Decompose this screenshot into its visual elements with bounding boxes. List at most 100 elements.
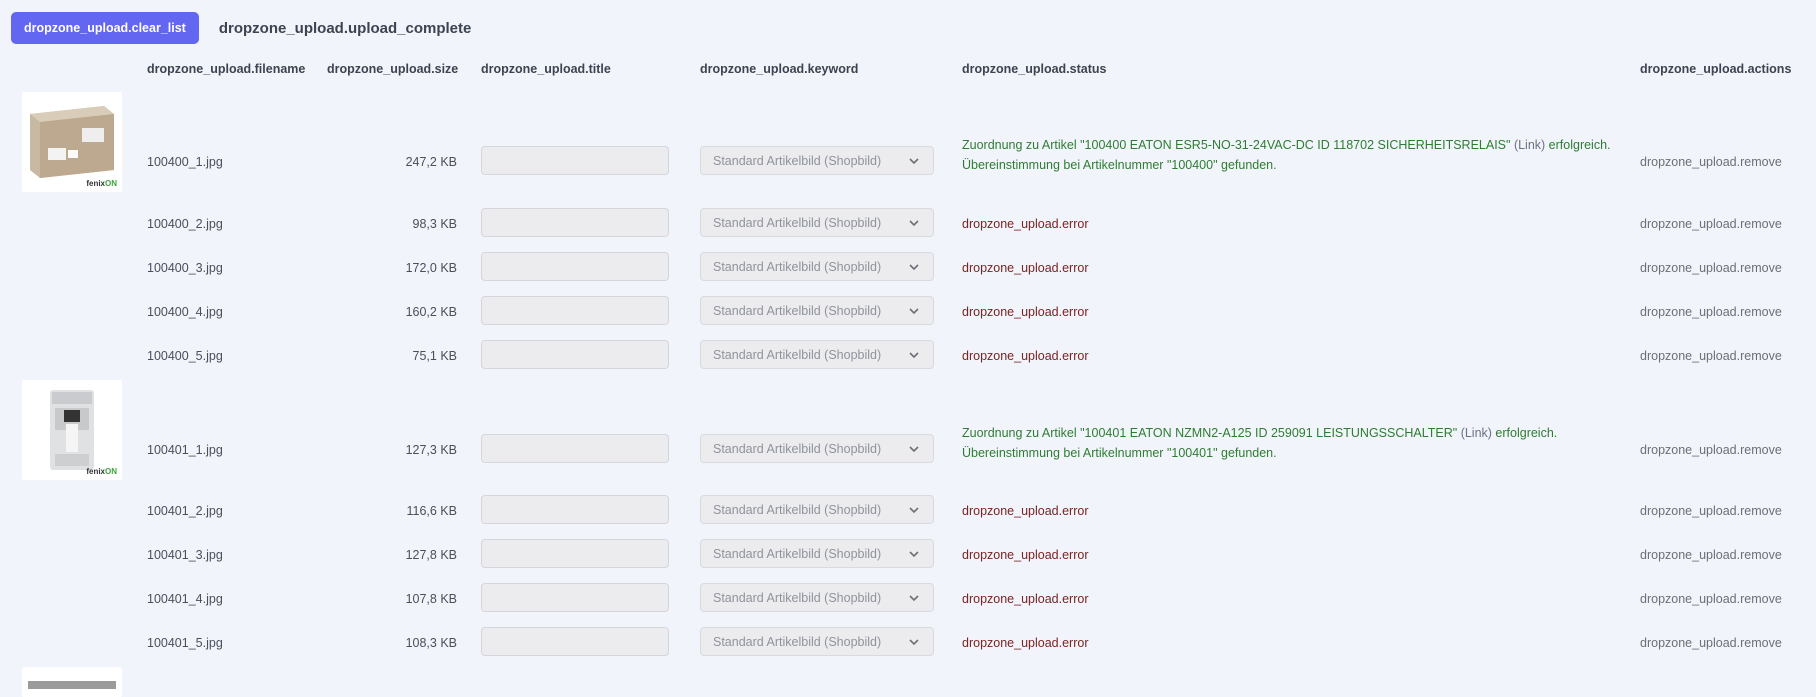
- keyword-select-value: Standard Artikelbild (Shopbild): [713, 303, 882, 318]
- title-input[interactable]: [481, 495, 669, 524]
- remove-button[interactable]: dropzone_upload.remove: [1640, 155, 1782, 169]
- file-size: 127,8 KB: [405, 548, 457, 562]
- toolbar: dropzone_upload.clear_list dropzone_uplo…: [11, 12, 471, 44]
- title-input[interactable]: [481, 627, 669, 656]
- keyword-select-value: Standard Artikelbild (Shopbild): [713, 634, 882, 649]
- status-success-line: Übereinstimmung bei Artikelnummer "10040…: [962, 158, 1277, 172]
- keyword-select-value: Standard Artikelbild (Shopbild): [713, 259, 882, 274]
- chevron-down-icon: [907, 547, 921, 561]
- remove-button[interactable]: dropzone_upload.remove: [1640, 261, 1782, 275]
- remove-button[interactable]: dropzone_upload.remove: [1640, 636, 1782, 650]
- keyword-select[interactable]: Standard Artikelbild (Shopbild): [700, 146, 934, 175]
- chevron-down-icon: [907, 260, 921, 274]
- keyword-select[interactable]: Standard Artikelbild (Shopbild): [700, 495, 934, 524]
- keyword-select[interactable]: Standard Artikelbild (Shopbild): [700, 252, 934, 281]
- status-success: Zuordnung zu Artikel "100400 EATON ESR5-…: [962, 135, 1611, 175]
- brand-logo-text-on: ON: [105, 179, 117, 188]
- keyword-select[interactable]: Standard Artikelbild (Shopbild): [700, 583, 934, 612]
- title-input[interactable]: [481, 146, 669, 175]
- status-success-line: Übereinstimmung bei Artikelnummer "10040…: [962, 446, 1277, 460]
- article-link[interactable]: (Link): [1514, 138, 1545, 152]
- filename: 100400_3.jpg: [147, 261, 223, 275]
- title-input[interactable]: [481, 296, 669, 325]
- remove-button[interactable]: dropzone_upload.remove: [1640, 504, 1782, 518]
- filename: 100400_4.jpg: [147, 305, 223, 319]
- filename: 100400_5.jpg: [147, 349, 223, 363]
- column-header-filename: dropzone_upload.filename: [147, 62, 306, 76]
- keyword-select[interactable]: Standard Artikelbild (Shopbild): [700, 627, 934, 656]
- status-error: dropzone_upload.error: [962, 504, 1089, 518]
- product-thumbnail: fenixON: [22, 380, 122, 480]
- title-input[interactable]: [481, 434, 669, 463]
- remove-button[interactable]: dropzone_upload.remove: [1640, 349, 1782, 363]
- brand-logo-text: fenix: [86, 467, 105, 476]
- article-link[interactable]: (Link): [1461, 426, 1492, 440]
- keyword-select-value: Standard Artikelbild (Shopbild): [713, 153, 882, 168]
- keyword-select-value: Standard Artikelbild (Shopbild): [713, 347, 882, 362]
- status-error: dropzone_upload.error: [962, 349, 1089, 363]
- remove-button[interactable]: dropzone_upload.remove: [1640, 217, 1782, 231]
- filename: 100400_1.jpg: [147, 155, 223, 169]
- title-input[interactable]: [481, 583, 669, 612]
- keyword-select[interactable]: Standard Artikelbild (Shopbild): [700, 208, 934, 237]
- status-error: dropzone_upload.error: [962, 592, 1089, 606]
- keyword-select-value: Standard Artikelbild (Shopbild): [713, 502, 882, 517]
- keyword-select-value: Standard Artikelbild (Shopbild): [713, 215, 882, 230]
- column-header-keyword: dropzone_upload.keyword: [700, 62, 859, 76]
- keyword-select[interactable]: Standard Artikelbild (Shopbild): [700, 296, 934, 325]
- status-error: dropzone_upload.error: [962, 261, 1089, 275]
- file-size: 127,3 KB: [405, 443, 457, 457]
- status-error: dropzone_upload.error: [962, 217, 1089, 231]
- file-size: 160,2 KB: [405, 305, 457, 319]
- filename: 100401_5.jpg: [147, 636, 223, 650]
- title-input[interactable]: [481, 340, 669, 369]
- file-size: 75,1 KB: [412, 349, 457, 363]
- file-size: 98,3 KB: [412, 217, 457, 231]
- brand-logo-text: fenix: [86, 179, 105, 188]
- remove-button[interactable]: dropzone_upload.remove: [1640, 443, 1782, 457]
- keyword-select[interactable]: Standard Artikelbild (Shopbild): [700, 539, 934, 568]
- column-header-size: dropzone_upload.size: [327, 62, 459, 76]
- column-header-actions: dropzone_upload.actions: [1640, 62, 1792, 76]
- title-input[interactable]: [481, 208, 669, 237]
- status-text: Zuordnung zu Artikel "100400 EATON ESR5-…: [962, 138, 1514, 152]
- file-size: 247,2 KB: [405, 155, 457, 169]
- chevron-down-icon: [907, 348, 921, 362]
- chevron-down-icon: [907, 635, 921, 649]
- column-header-title: dropzone_upload.title: [481, 62, 611, 76]
- product-thumbnail: [22, 667, 122, 697]
- product-thumbnail: fenixON: [22, 92, 122, 192]
- filename: 100401_1.jpg: [147, 443, 223, 457]
- file-size: 116,6 KB: [406, 504, 457, 518]
- status-error: dropzone_upload.error: [962, 305, 1089, 319]
- status-text: erfolgreich.: [1545, 138, 1611, 152]
- chevron-down-icon: [907, 154, 921, 168]
- file-size: 107,8 KB: [405, 592, 457, 606]
- keyword-select-value: Standard Artikelbild (Shopbild): [713, 546, 882, 561]
- chevron-down-icon: [907, 442, 921, 456]
- upload-complete-label: dropzone_upload.upload_complete: [218, 19, 472, 37]
- status-success-line: Zuordnung zu Artikel "100401 EATON NZMN2…: [962, 423, 1557, 443]
- filename: 100400_2.jpg: [147, 217, 223, 231]
- status-error: dropzone_upload.error: [962, 548, 1089, 562]
- remove-button[interactable]: dropzone_upload.remove: [1640, 548, 1782, 562]
- clear-list-button[interactable]: dropzone_upload.clear_list: [11, 12, 199, 44]
- brand-logo-text-on: ON: [105, 467, 117, 476]
- keyword-select[interactable]: Standard Artikelbild (Shopbild): [700, 340, 934, 369]
- brand-logo: fenixON: [86, 179, 117, 188]
- filename: 100401_3.jpg: [147, 548, 223, 562]
- remove-button[interactable]: dropzone_upload.remove: [1640, 592, 1782, 606]
- title-input[interactable]: [481, 252, 669, 281]
- status-success: Zuordnung zu Artikel "100401 EATON NZMN2…: [962, 423, 1557, 463]
- chevron-down-icon: [907, 503, 921, 517]
- keyword-select[interactable]: Standard Artikelbild (Shopbild): [700, 434, 934, 463]
- chevron-down-icon: [907, 304, 921, 318]
- status-text: erfolgreich.: [1491, 426, 1558, 440]
- title-input[interactable]: [481, 539, 669, 568]
- filename: 100401_4.jpg: [147, 592, 223, 606]
- status-text: Zuordnung zu Artikel "100401 EATON NZMN2…: [962, 426, 1461, 440]
- filename: 100401_2.jpg: [147, 504, 223, 518]
- keyword-select-value: Standard Artikelbild (Shopbild): [713, 441, 882, 456]
- keyword-select-value: Standard Artikelbild (Shopbild): [713, 590, 882, 605]
- remove-button[interactable]: dropzone_upload.remove: [1640, 305, 1782, 319]
